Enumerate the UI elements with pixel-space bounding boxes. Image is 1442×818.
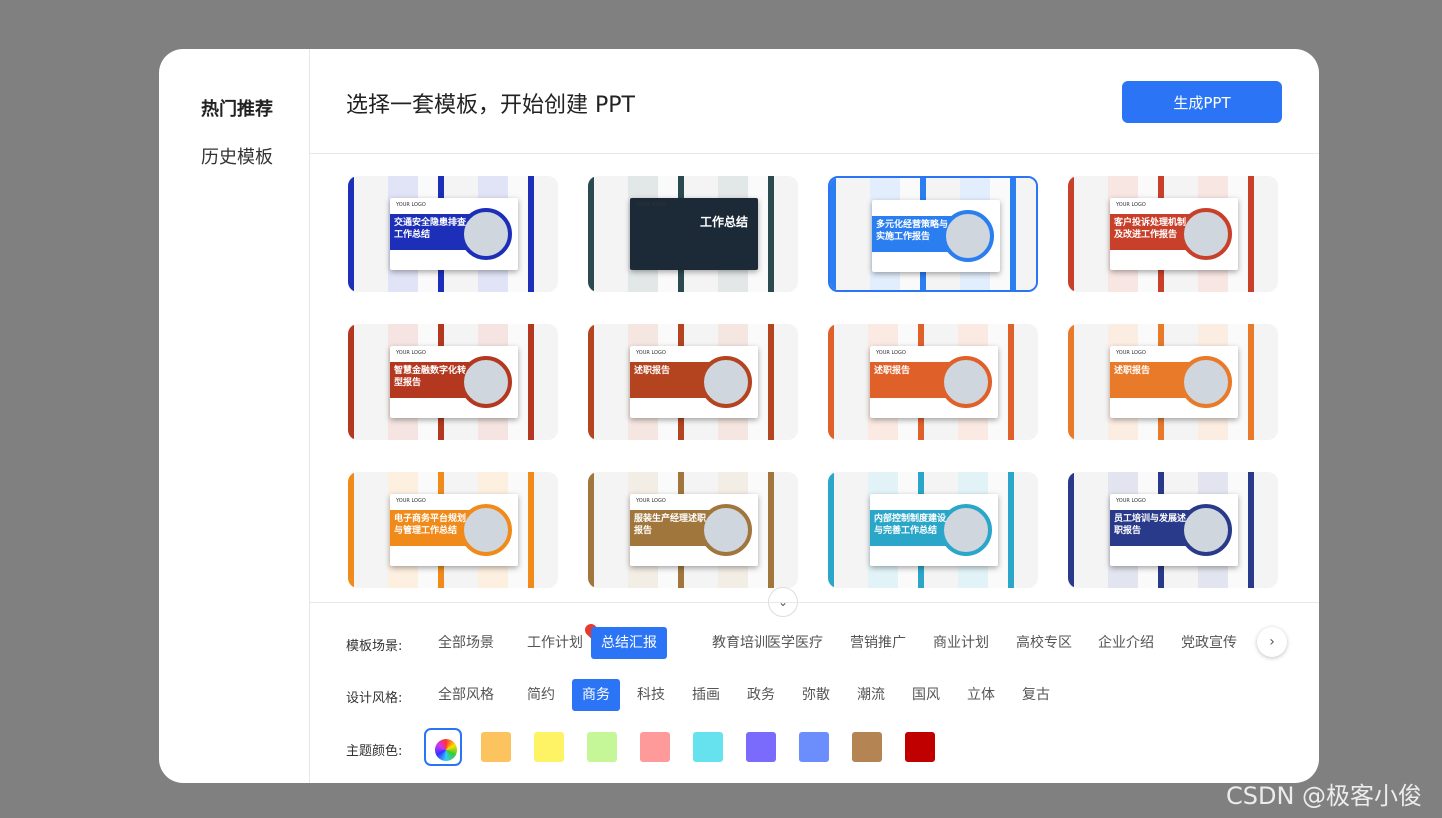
template-logo: YOUR LOGO [876, 350, 906, 356]
template-logo: YOUR LOGO [636, 350, 666, 356]
template-slide-preview: YOUR LOGO 述职报告 [630, 346, 758, 418]
template-logo: YOUR LOGO [1116, 350, 1146, 356]
style-chip[interactable]: 全部风格 [428, 679, 504, 711]
color-swatch[interactable] [640, 732, 670, 762]
template-logo: YOUR LOGO [396, 498, 426, 504]
template-title: 述职报告 [1114, 366, 1151, 376]
color-swatch[interactable] [534, 732, 564, 762]
template-card[interactable]: YOUR LOGO 述职报告 [828, 324, 1038, 440]
template-slide-preview: YOUR LOGO 服装生产经理述职报告 [630, 494, 758, 566]
style-chip[interactable]: 潮流 [847, 679, 895, 711]
template-card[interactable]: YOUR LOGO 客户投诉处理机制及改进工作报告 [1068, 176, 1278, 292]
template-card[interactable]: YOUR LOGO 工作总结 [588, 176, 798, 292]
all-colors-swatch[interactable] [424, 728, 462, 766]
style-filter-label: 设计风格: [346, 691, 403, 706]
template-title: 客户投诉处理机制及改进工作报告 [1114, 218, 1187, 240]
template-slide-preview: YOUR LOGO 智慧金融数字化转型报告 [390, 346, 518, 418]
template-card[interactable]: YOUR LOGO 述职报告 [588, 324, 798, 440]
template-title: 多元化经营策略与实施工作报告 [876, 220, 949, 242]
style-chip[interactable]: 简约 [517, 679, 565, 711]
style-chip[interactable]: 国风 [902, 679, 950, 711]
style-chip[interactable]: 商务 [572, 679, 620, 711]
template-title: 员工培训与发展述职报告 [1114, 514, 1187, 536]
template-card[interactable]: YOUR LOGO 员工培训与发展述职报告 [1068, 472, 1278, 588]
template-card[interactable]: YOUR LOGO 服装生产经理述职报告 [588, 472, 798, 588]
filter-panel: 模板场景: 全部场景 工作计划 总结汇报 教育培训 医学医疗 营销推广 商业计划 高校专区 企业… [310, 602, 1319, 783]
scene-chip[interactable]: 营销推广 [840, 627, 916, 659]
scene-next-button[interactable]: › [1257, 627, 1287, 657]
template-slide-preview: YOUR LOGO 电子商务平台规划与管理工作总结 [390, 494, 518, 566]
scene-chip[interactable]: 总结汇报 [591, 627, 667, 659]
template-grid: YOUR LOGO 交通安全隐患排查工作总结 YOUR LOGO 工作总结 多元化经营策… [310, 154, 1319, 602]
template-slide-preview: YOUR LOGO 员工培训与发展述职报告 [1110, 494, 1238, 566]
header: 选择一套模板，开始创建 PPT 生成PPT [310, 49, 1319, 154]
template-card[interactable]: 多元化经营策略与实施工作报告 [828, 176, 1038, 292]
color-swatch[interactable] [693, 732, 723, 762]
template-card[interactable]: YOUR LOGO 智慧金融数字化转型报告 [348, 324, 558, 440]
template-title: 交通安全隐患排查工作总结 [394, 218, 467, 240]
template-title: 服装生产经理述职报告 [634, 514, 707, 536]
color-swatch[interactable] [481, 732, 511, 762]
template-card[interactable]: YOUR LOGO 交通安全隐患排查工作总结 [348, 176, 558, 292]
color-swatch[interactable] [587, 732, 617, 762]
scene-filter-label: 模板场景: [346, 639, 403, 654]
template-photo [940, 356, 992, 408]
template-slide-preview: 多元化经营策略与实施工作报告 [872, 200, 1000, 272]
page-title: 选择一套模板，开始创建 PPT [346, 93, 635, 118]
template-card[interactable]: YOUR LOGO 述职报告 [1068, 324, 1278, 440]
template-logo: YOUR LOGO [396, 350, 426, 356]
color-swatch[interactable] [746, 732, 776, 762]
scene-chip[interactable]: 全部场景 [428, 627, 504, 659]
template-logo: YOUR LOGO [636, 202, 666, 208]
template-title: 电子商务平台规划与管理工作总结 [394, 514, 467, 536]
sidebar-item-history[interactable]: 历史模板 [201, 143, 273, 169]
template-slide-preview: 内部控制制度建设与完善工作总结 [870, 494, 998, 566]
scene-chip[interactable]: 医学医疗 [757, 627, 833, 659]
template-logo: YOUR LOGO [1116, 498, 1146, 504]
template-title: 内部控制制度建设与完善工作总结 [874, 514, 947, 536]
style-chip[interactable]: 科技 [627, 679, 675, 711]
color-swatch[interactable] [905, 732, 935, 762]
color-swatch[interactable] [852, 732, 882, 762]
template-slide-preview: YOUR LOGO 述职报告 [1110, 346, 1238, 418]
sidebar-item-hot[interactable]: 热门推荐 [201, 95, 273, 121]
color-wheel-icon [435, 739, 457, 761]
style-chip[interactable]: 弥散 [792, 679, 840, 711]
template-card[interactable]: 内部控制制度建设与完善工作总结 [828, 472, 1038, 588]
scene-chip[interactable]: 商业计划 [923, 627, 999, 659]
template-logo: YOUR LOGO [636, 498, 666, 504]
template-logo: YOUR LOGO [396, 202, 426, 208]
style-chip[interactable]: 立体 [957, 679, 1005, 711]
template-slide-preview: YOUR LOGO 客户投诉处理机制及改进工作报告 [1110, 198, 1238, 270]
template-slide-preview: YOUR LOGO 述职报告 [870, 346, 998, 418]
scene-chip[interactable]: 党政宣传 [1171, 627, 1247, 659]
template-title: 述职报告 [874, 366, 911, 376]
template-slide-preview: YOUR LOGO 工作总结 [630, 198, 758, 270]
template-title: 工作总结 [700, 215, 749, 229]
template-photo [700, 356, 752, 408]
style-chip[interactable]: 复古 [1012, 679, 1060, 711]
watermark: CSDN @极客小俊 [1226, 782, 1423, 810]
template-card[interactable]: YOUR LOGO 电子商务平台规划与管理工作总结 [348, 472, 558, 588]
sidebar: 热门推荐 历史模板 [159, 49, 310, 783]
template-logo: YOUR LOGO [1116, 202, 1146, 208]
scene-chip[interactable]: 高校专区 [1006, 627, 1082, 659]
color-swatch[interactable] [799, 732, 829, 762]
style-chip[interactable]: 插画 [682, 679, 730, 711]
style-chip[interactable]: 政务 [737, 679, 785, 711]
template-photo [1180, 356, 1232, 408]
color-filter-label: 主题颜色: [346, 744, 403, 759]
template-slide-preview: YOUR LOGO 交通安全隐患排查工作总结 [390, 198, 518, 270]
main-panel: 选择一套模板，开始创建 PPT 生成PPT YOUR LOGO 交通安全隐患排查工… [310, 49, 1319, 783]
template-title: 智慧金融数字化转型报告 [394, 366, 467, 388]
template-modal: 热门推荐 历史模板 选择一套模板，开始创建 PPT 生成PPT YOUR LOG… [159, 49, 1319, 783]
scene-chip[interactable]: 企业介绍 [1088, 627, 1164, 659]
scene-chip[interactable]: 工作计划 [517, 627, 593, 659]
generate-ppt-button[interactable]: 生成PPT [1122, 81, 1282, 123]
template-title: 述职报告 [634, 366, 671, 376]
chevron-right-icon: › [1269, 634, 1275, 650]
